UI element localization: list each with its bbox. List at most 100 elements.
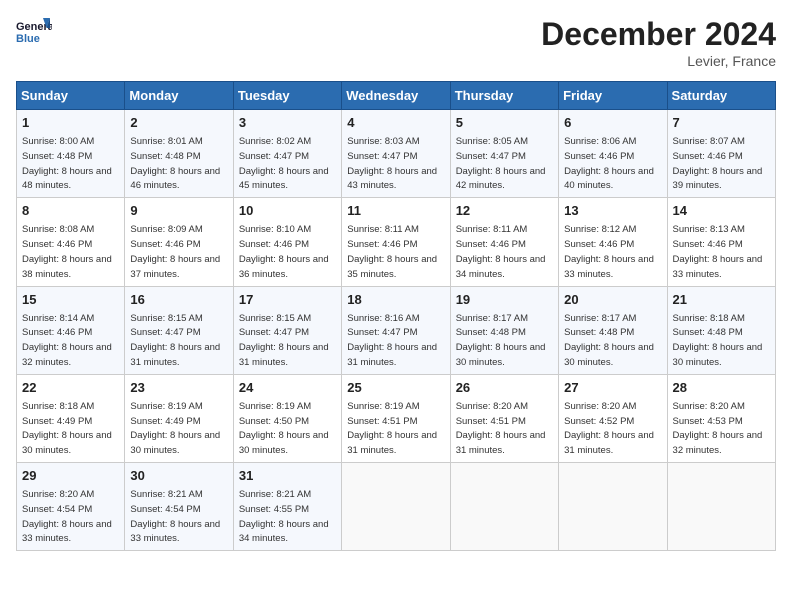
day-number: 6: [564, 114, 661, 132]
calendar-cell: 31 Sunrise: 8:21 AMSunset: 4:55 PMDaylig…: [233, 463, 341, 551]
col-tuesday: Tuesday: [233, 82, 341, 110]
day-detail: Sunrise: 8:14 AMSunset: 4:46 PMDaylight:…: [22, 313, 112, 368]
calendar-cell: 10 Sunrise: 8:10 AMSunset: 4:46 PMDaylig…: [233, 198, 341, 286]
day-number: 21: [673, 291, 770, 309]
day-detail: Sunrise: 8:15 AMSunset: 4:47 PMDaylight:…: [239, 313, 329, 368]
col-sunday: Sunday: [17, 82, 125, 110]
calendar-cell: 9 Sunrise: 8:09 AMSunset: 4:46 PMDayligh…: [125, 198, 233, 286]
calendar-cell: 3 Sunrise: 8:02 AMSunset: 4:47 PMDayligh…: [233, 110, 341, 198]
day-detail: Sunrise: 8:02 AMSunset: 4:47 PMDaylight:…: [239, 136, 329, 191]
calendar-week-3: 15 Sunrise: 8:14 AMSunset: 4:46 PMDaylig…: [17, 286, 776, 374]
day-detail: Sunrise: 8:20 AMSunset: 4:51 PMDaylight:…: [456, 401, 546, 456]
calendar-week-1: 1 Sunrise: 8:00 AMSunset: 4:48 PMDayligh…: [17, 110, 776, 198]
day-number: 24: [239, 379, 336, 397]
calendar-subtitle: Levier, France: [541, 53, 776, 69]
calendar-cell: 27 Sunrise: 8:20 AMSunset: 4:52 PMDaylig…: [559, 374, 667, 462]
day-number: 3: [239, 114, 336, 132]
day-number: 5: [456, 114, 553, 132]
col-wednesday: Wednesday: [342, 82, 450, 110]
calendar-cell: 26 Sunrise: 8:20 AMSunset: 4:51 PMDaylig…: [450, 374, 558, 462]
day-number: 23: [130, 379, 227, 397]
day-number: 15: [22, 291, 119, 309]
calendar-cell: [450, 463, 558, 551]
day-detail: Sunrise: 8:01 AMSunset: 4:48 PMDaylight:…: [130, 136, 220, 191]
calendar-cell: 30 Sunrise: 8:21 AMSunset: 4:54 PMDaylig…: [125, 463, 233, 551]
col-monday: Monday: [125, 82, 233, 110]
col-thursday: Thursday: [450, 82, 558, 110]
day-detail: Sunrise: 8:00 AMSunset: 4:48 PMDaylight:…: [22, 136, 112, 191]
day-detail: Sunrise: 8:13 AMSunset: 4:46 PMDaylight:…: [673, 224, 763, 279]
day-number: 31: [239, 467, 336, 485]
calendar-cell: 21 Sunrise: 8:18 AMSunset: 4:48 PMDaylig…: [667, 286, 775, 374]
calendar-cell: 18 Sunrise: 8:16 AMSunset: 4:47 PMDaylig…: [342, 286, 450, 374]
day-detail: Sunrise: 8:20 AMSunset: 4:54 PMDaylight:…: [22, 489, 112, 544]
calendar-cell: 8 Sunrise: 8:08 AMSunset: 4:46 PMDayligh…: [17, 198, 125, 286]
calendar-cell: 23 Sunrise: 8:19 AMSunset: 4:49 PMDaylig…: [125, 374, 233, 462]
day-detail: Sunrise: 8:20 AMSunset: 4:52 PMDaylight:…: [564, 401, 654, 456]
logo: General Blue: [16, 16, 52, 52]
calendar-cell: [342, 463, 450, 551]
day-number: 18: [347, 291, 444, 309]
calendar-cell: 13 Sunrise: 8:12 AMSunset: 4:46 PMDaylig…: [559, 198, 667, 286]
day-detail: Sunrise: 8:17 AMSunset: 4:48 PMDaylight:…: [456, 313, 546, 368]
day-number: 7: [673, 114, 770, 132]
day-number: 29: [22, 467, 119, 485]
day-number: 17: [239, 291, 336, 309]
day-number: 14: [673, 202, 770, 220]
calendar-cell: 20 Sunrise: 8:17 AMSunset: 4:48 PMDaylig…: [559, 286, 667, 374]
day-number: 13: [564, 202, 661, 220]
calendar-cell: 5 Sunrise: 8:05 AMSunset: 4:47 PMDayligh…: [450, 110, 558, 198]
day-detail: Sunrise: 8:15 AMSunset: 4:47 PMDaylight:…: [130, 313, 220, 368]
day-number: 22: [22, 379, 119, 397]
day-detail: Sunrise: 8:17 AMSunset: 4:48 PMDaylight:…: [564, 313, 654, 368]
day-detail: Sunrise: 8:19 AMSunset: 4:49 PMDaylight:…: [130, 401, 220, 456]
calendar-cell: 7 Sunrise: 8:07 AMSunset: 4:46 PMDayligh…: [667, 110, 775, 198]
col-friday: Friday: [559, 82, 667, 110]
day-detail: Sunrise: 8:10 AMSunset: 4:46 PMDaylight:…: [239, 224, 329, 279]
calendar-week-4: 22 Sunrise: 8:18 AMSunset: 4:49 PMDaylig…: [17, 374, 776, 462]
day-detail: Sunrise: 8:11 AMSunset: 4:46 PMDaylight:…: [347, 224, 437, 279]
day-detail: Sunrise: 8:19 AMSunset: 4:51 PMDaylight:…: [347, 401, 437, 456]
day-detail: Sunrise: 8:16 AMSunset: 4:47 PMDaylight:…: [347, 313, 437, 368]
calendar-cell: 25 Sunrise: 8:19 AMSunset: 4:51 PMDaylig…: [342, 374, 450, 462]
calendar-cell: 22 Sunrise: 8:18 AMSunset: 4:49 PMDaylig…: [17, 374, 125, 462]
calendar-cell: 6 Sunrise: 8:06 AMSunset: 4:46 PMDayligh…: [559, 110, 667, 198]
calendar-cell: 1 Sunrise: 8:00 AMSunset: 4:48 PMDayligh…: [17, 110, 125, 198]
day-number: 25: [347, 379, 444, 397]
day-number: 4: [347, 114, 444, 132]
calendar-cell: 28 Sunrise: 8:20 AMSunset: 4:53 PMDaylig…: [667, 374, 775, 462]
calendar-cell: 2 Sunrise: 8:01 AMSunset: 4:48 PMDayligh…: [125, 110, 233, 198]
day-number: 12: [456, 202, 553, 220]
header: General Blue December 2024 Levier, Franc…: [16, 16, 776, 69]
calendar-cell: 12 Sunrise: 8:11 AMSunset: 4:46 PMDaylig…: [450, 198, 558, 286]
day-number: 26: [456, 379, 553, 397]
calendar-cell: 29 Sunrise: 8:20 AMSunset: 4:54 PMDaylig…: [17, 463, 125, 551]
calendar-cell: 24 Sunrise: 8:19 AMSunset: 4:50 PMDaylig…: [233, 374, 341, 462]
day-detail: Sunrise: 8:07 AMSunset: 4:46 PMDaylight:…: [673, 136, 763, 191]
calendar-cell: 16 Sunrise: 8:15 AMSunset: 4:47 PMDaylig…: [125, 286, 233, 374]
day-detail: Sunrise: 8:21 AMSunset: 4:55 PMDaylight:…: [239, 489, 329, 544]
day-detail: Sunrise: 8:05 AMSunset: 4:47 PMDaylight:…: [456, 136, 546, 191]
calendar-cell: 15 Sunrise: 8:14 AMSunset: 4:46 PMDaylig…: [17, 286, 125, 374]
day-number: 20: [564, 291, 661, 309]
day-detail: Sunrise: 8:12 AMSunset: 4:46 PMDaylight:…: [564, 224, 654, 279]
day-detail: Sunrise: 8:11 AMSunset: 4:46 PMDaylight:…: [456, 224, 546, 279]
day-detail: Sunrise: 8:19 AMSunset: 4:50 PMDaylight:…: [239, 401, 329, 456]
calendar-cell: 4 Sunrise: 8:03 AMSunset: 4:47 PMDayligh…: [342, 110, 450, 198]
logo-icon: General Blue: [16, 16, 52, 52]
day-detail: Sunrise: 8:03 AMSunset: 4:47 PMDaylight:…: [347, 136, 437, 191]
calendar-week-2: 8 Sunrise: 8:08 AMSunset: 4:46 PMDayligh…: [17, 198, 776, 286]
calendar-cell: [559, 463, 667, 551]
day-number: 16: [130, 291, 227, 309]
day-number: 30: [130, 467, 227, 485]
day-number: 28: [673, 379, 770, 397]
day-number: 8: [22, 202, 119, 220]
col-saturday: Saturday: [667, 82, 775, 110]
day-number: 19: [456, 291, 553, 309]
calendar-title: December 2024: [541, 16, 776, 53]
day-detail: Sunrise: 8:18 AMSunset: 4:48 PMDaylight:…: [673, 313, 763, 368]
svg-text:Blue: Blue: [16, 33, 40, 45]
day-detail: Sunrise: 8:06 AMSunset: 4:46 PMDaylight:…: [564, 136, 654, 191]
day-detail: Sunrise: 8:09 AMSunset: 4:46 PMDaylight:…: [130, 224, 220, 279]
day-number: 27: [564, 379, 661, 397]
